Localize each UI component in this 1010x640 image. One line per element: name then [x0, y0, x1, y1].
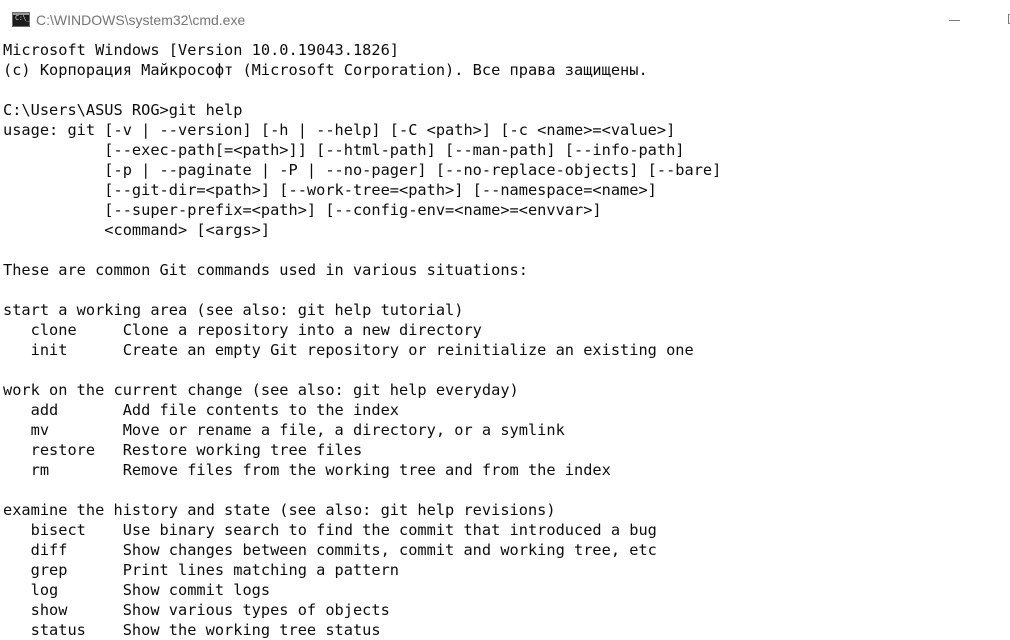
console-line: [-p | --paginate | -P | --no-pager] [--n…: [3, 161, 722, 179]
maximize-button[interactable]: [984, 0, 1010, 40]
console-line: status Show the working tree status: [3, 621, 381, 639]
console-line: clone Clone a repository into a new dire…: [3, 321, 482, 339]
console-line: restore Restore working tree files: [3, 441, 363, 459]
console-line: grep Print lines matching a pattern: [3, 561, 400, 579]
console-line: These are common Git commands used in va…: [3, 261, 528, 279]
window-title: C:\WINDOWS\system32\cmd.exe: [36, 12, 246, 28]
console-line: C:\Users\ASUS ROG>git help: [3, 101, 243, 119]
console-line: [--super-prefix=<path>] [--config-env=<n…: [3, 201, 602, 219]
console-line: bisect Use binary search to find the com…: [3, 521, 657, 539]
console-line: show Show various types of objects: [3, 601, 390, 619]
minimize-button[interactable]: [932, 0, 978, 40]
console-line: log Show commit logs: [3, 581, 271, 599]
console-line: [--exec-path[=<path>]] [--html-path] [--…: [3, 141, 685, 159]
console-output[interactable]: Microsoft Windows [Version 10.0.19043.18…: [3, 40, 1008, 640]
console-line: (c) Корпорация Майкрософт (Microsoft Cor…: [3, 61, 648, 79]
console-line: add Add file contents to the index: [3, 401, 400, 419]
console-line: work on the current change (see also: gi…: [3, 381, 519, 399]
minimize-icon: [949, 20, 960, 21]
console-line: Microsoft Windows [Version 10.0.19043.18…: [3, 41, 400, 59]
console-line: usage: git [-v | --version] [-h | --help…: [3, 121, 676, 139]
cmd-window: C:\_ C:\WINDOWS\system32\cmd.exe Microso…: [0, 0, 1010, 640]
console-line: init Create an empty Git repository or r…: [3, 341, 694, 359]
console-line: examine the history and state (see also:…: [3, 501, 556, 519]
console-line: <command> [<args>]: [3, 221, 271, 239]
console-line: rm Remove files from the working tree an…: [3, 461, 611, 479]
console-line: [--git-dir=<path>] [--work-tree=<path>] …: [3, 181, 657, 199]
cmd-prompt-icon[interactable]: C:\_: [12, 12, 30, 27]
console-line: diff Show changes between commits, commi…: [3, 541, 657, 559]
console-line: start a working area (see also: git help…: [3, 301, 464, 319]
title-bar[interactable]: C:\_ C:\WINDOWS\system32\cmd.exe: [0, 0, 1010, 40]
console-line: mv Move or rename a file, a directory, o…: [3, 421, 565, 439]
icon-prompt-glyph: C:\_: [15, 14, 30, 22]
